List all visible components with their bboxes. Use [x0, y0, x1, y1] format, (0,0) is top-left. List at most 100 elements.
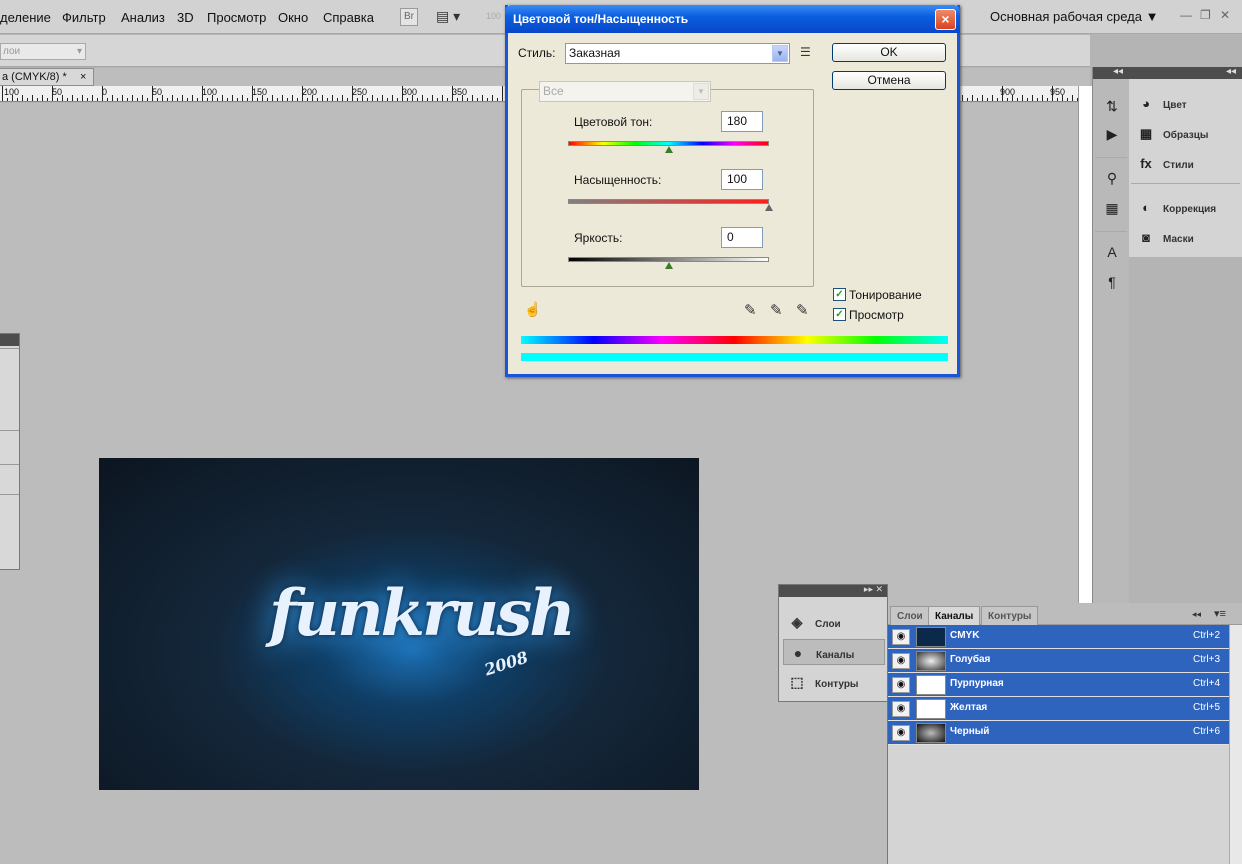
collapse-icon[interactable]: ◂◂ [1192, 609, 1201, 620]
eyedropper-icon[interactable]: ✎ [744, 301, 757, 319]
document-tab[interactable]: a (CMYK/8) * × [0, 68, 94, 86]
tool-presets-icon[interactable]: ⚲ [1103, 169, 1121, 187]
divider [0, 430, 19, 431]
channel-row[interactable]: ◉ Голубая Ctrl+3 [888, 649, 1230, 673]
collapsed-layers-panel: ▸▸ ✕ ◈ Слои ● Каналы ⬚ Контуры [778, 584, 888, 702]
panel-dock: ◂◂ ◕ Цвет ▦ Образцы fx Стили ◐ Коррекция ◙ Ма… [1129, 66, 1242, 257]
dock-item-color[interactable]: ◕ Цвет [1137, 94, 1187, 114]
collapse-icon[interactable]: ◂◂ [1226, 66, 1236, 77]
channels-scrollbar[interactable] [1229, 625, 1242, 864]
tab-layers[interactable]: Слои [890, 606, 930, 625]
left-collapsed-panel[interactable] [0, 333, 20, 570]
eyedropper-plus-icon[interactable]: ✎ [770, 301, 783, 319]
lightness-input[interactable]: 0 [721, 227, 763, 248]
dock-item-swatches[interactable]: ▦ Образцы [1137, 124, 1209, 144]
actions-icon[interactable]: ▶ [1103, 125, 1121, 143]
document-image[interactable]: funkrush 2008 [99, 458, 699, 790]
ruler-tick [972, 95, 973, 101]
range-select[interactable]: Все ▼ [539, 81, 711, 102]
saturation-slider-thumb[interactable] [765, 204, 773, 211]
channel-row[interactable]: ◉ Пурпурная Ctrl+4 [888, 673, 1230, 697]
menu-analysis[interactable]: Анализ [121, 10, 165, 25]
collapse-icon[interactable]: ◂◂ [1113, 66, 1123, 77]
eyedropper-minus-icon[interactable]: ✎ [796, 301, 809, 319]
menu-3d[interactable]: 3D [177, 10, 194, 25]
mini-item-channels[interactable]: ● Каналы [783, 639, 885, 665]
dock-item-masks[interactable]: ◙ Маски [1137, 228, 1194, 248]
saturation-input[interactable]: 100 [721, 169, 763, 190]
ruler-tick [322, 95, 323, 101]
screen-mode-icon[interactable]: ▤ ▾ [436, 8, 460, 25]
channel-row[interactable]: ◉ CMYK Ctrl+2 [888, 625, 1230, 649]
menu-window[interactable]: Окно [278, 10, 308, 25]
hue-slider-thumb[interactable] [664, 146, 673, 153]
ruler-label: 100 [202, 87, 218, 97]
expand-icon[interactable]: ▸▸ ✕ [864, 584, 883, 595]
menu-help[interactable]: Справка [323, 10, 374, 25]
divider [0, 464, 19, 465]
ruler-tick [1042, 95, 1043, 101]
ok-button[interactable]: OK [832, 43, 946, 62]
ruler-tick [187, 98, 188, 101]
mini-item-paths[interactable]: ⬚ Контуры [783, 669, 885, 695]
ruler-tick [397, 98, 398, 101]
cancel-button[interactable]: Отмена [832, 71, 946, 90]
ruler-tick [422, 95, 423, 101]
eye-icon[interactable]: ◉ [892, 725, 910, 741]
vertical-scrollbar[interactable] [1078, 86, 1092, 606]
ruler-tick [97, 98, 98, 101]
tab-channels[interactable]: Каналы [928, 606, 981, 625]
colorize-checkbox[interactable]: ✓ [833, 288, 846, 301]
dialog-titlebar[interactable]: Цветовой тон/Насыщенность × [505, 5, 960, 33]
menu-select[interactable]: деление [0, 10, 51, 25]
clone-source-icon[interactable]: ▦ [1103, 199, 1121, 217]
channel-row[interactable]: ◉ Желтая Ctrl+5 [888, 697, 1230, 721]
channel-thumbnail [916, 627, 946, 647]
mini-item-layers[interactable]: ◈ Слои [783, 609, 885, 635]
tab-paths[interactable]: Контуры [981, 606, 1039, 625]
ruler-tick [1017, 98, 1018, 101]
minimize-icon[interactable]: — [1180, 8, 1192, 22]
panel-menu-icon[interactable]: ▾≡ [1214, 607, 1226, 620]
saturation-slider-track[interactable] [568, 199, 769, 204]
workspace-switcher[interactable]: Основная рабочая среда ▼ [990, 9, 1158, 24]
menu-view[interactable]: Просмотр [207, 10, 266, 25]
options-select[interactable]: лои ▾ [0, 43, 86, 60]
ruler-tick [137, 98, 138, 101]
preview-checkbox[interactable]: ✓ [833, 308, 846, 321]
dialog-title: Цветовой тон/Насыщенность [513, 12, 689, 26]
targeted-adjustment-icon[interactable]: ☝ [524, 301, 541, 318]
ruler-tick [447, 98, 448, 101]
ruler-tick [7, 98, 8, 101]
character-icon[interactable]: A [1103, 243, 1121, 261]
preset-options-icon[interactable]: ☰ [800, 45, 811, 59]
eye-icon[interactable]: ◉ [892, 653, 910, 669]
channel-row[interactable]: ◉ Черный Ctrl+6 [888, 721, 1230, 745]
dock-item-adjustments[interactable]: ◐ Коррекция [1137, 198, 1216, 218]
lightness-slider-thumb[interactable] [664, 262, 673, 269]
ruler-tick [1072, 95, 1073, 101]
tab-close-icon[interactable]: × [80, 69, 86, 85]
ruler-tick [482, 95, 483, 101]
ruler-label: 100 [4, 87, 20, 97]
ruler-tick [327, 98, 328, 101]
paragraph-icon[interactable]: ¶ [1103, 273, 1121, 291]
ruler-tick [177, 98, 178, 101]
history-icon[interactable]: ⇅ [1103, 97, 1121, 115]
ruler-tick [342, 95, 343, 101]
eye-icon[interactable]: ◉ [892, 701, 910, 717]
style-select[interactable]: Заказная ▼ [565, 43, 790, 64]
menu-filter[interactable]: Фильтр [62, 10, 106, 25]
bridge-button[interactable]: Br [400, 8, 418, 26]
dialog-close-button[interactable]: × [935, 9, 956, 30]
ruler-tick [982, 95, 983, 101]
ruler-tick [167, 98, 168, 101]
close-icon[interactable]: ✕ [1220, 8, 1230, 22]
ruler-tick [1007, 98, 1008, 101]
eye-icon[interactable]: ◉ [892, 677, 910, 693]
ruler-label: 250 [352, 87, 368, 97]
restore-icon[interactable]: ❐ [1200, 8, 1211, 22]
dock-item-styles[interactable]: fx Стили [1137, 154, 1194, 174]
hue-input[interactable]: 180 [721, 111, 763, 132]
eye-icon[interactable]: ◉ [892, 629, 910, 645]
